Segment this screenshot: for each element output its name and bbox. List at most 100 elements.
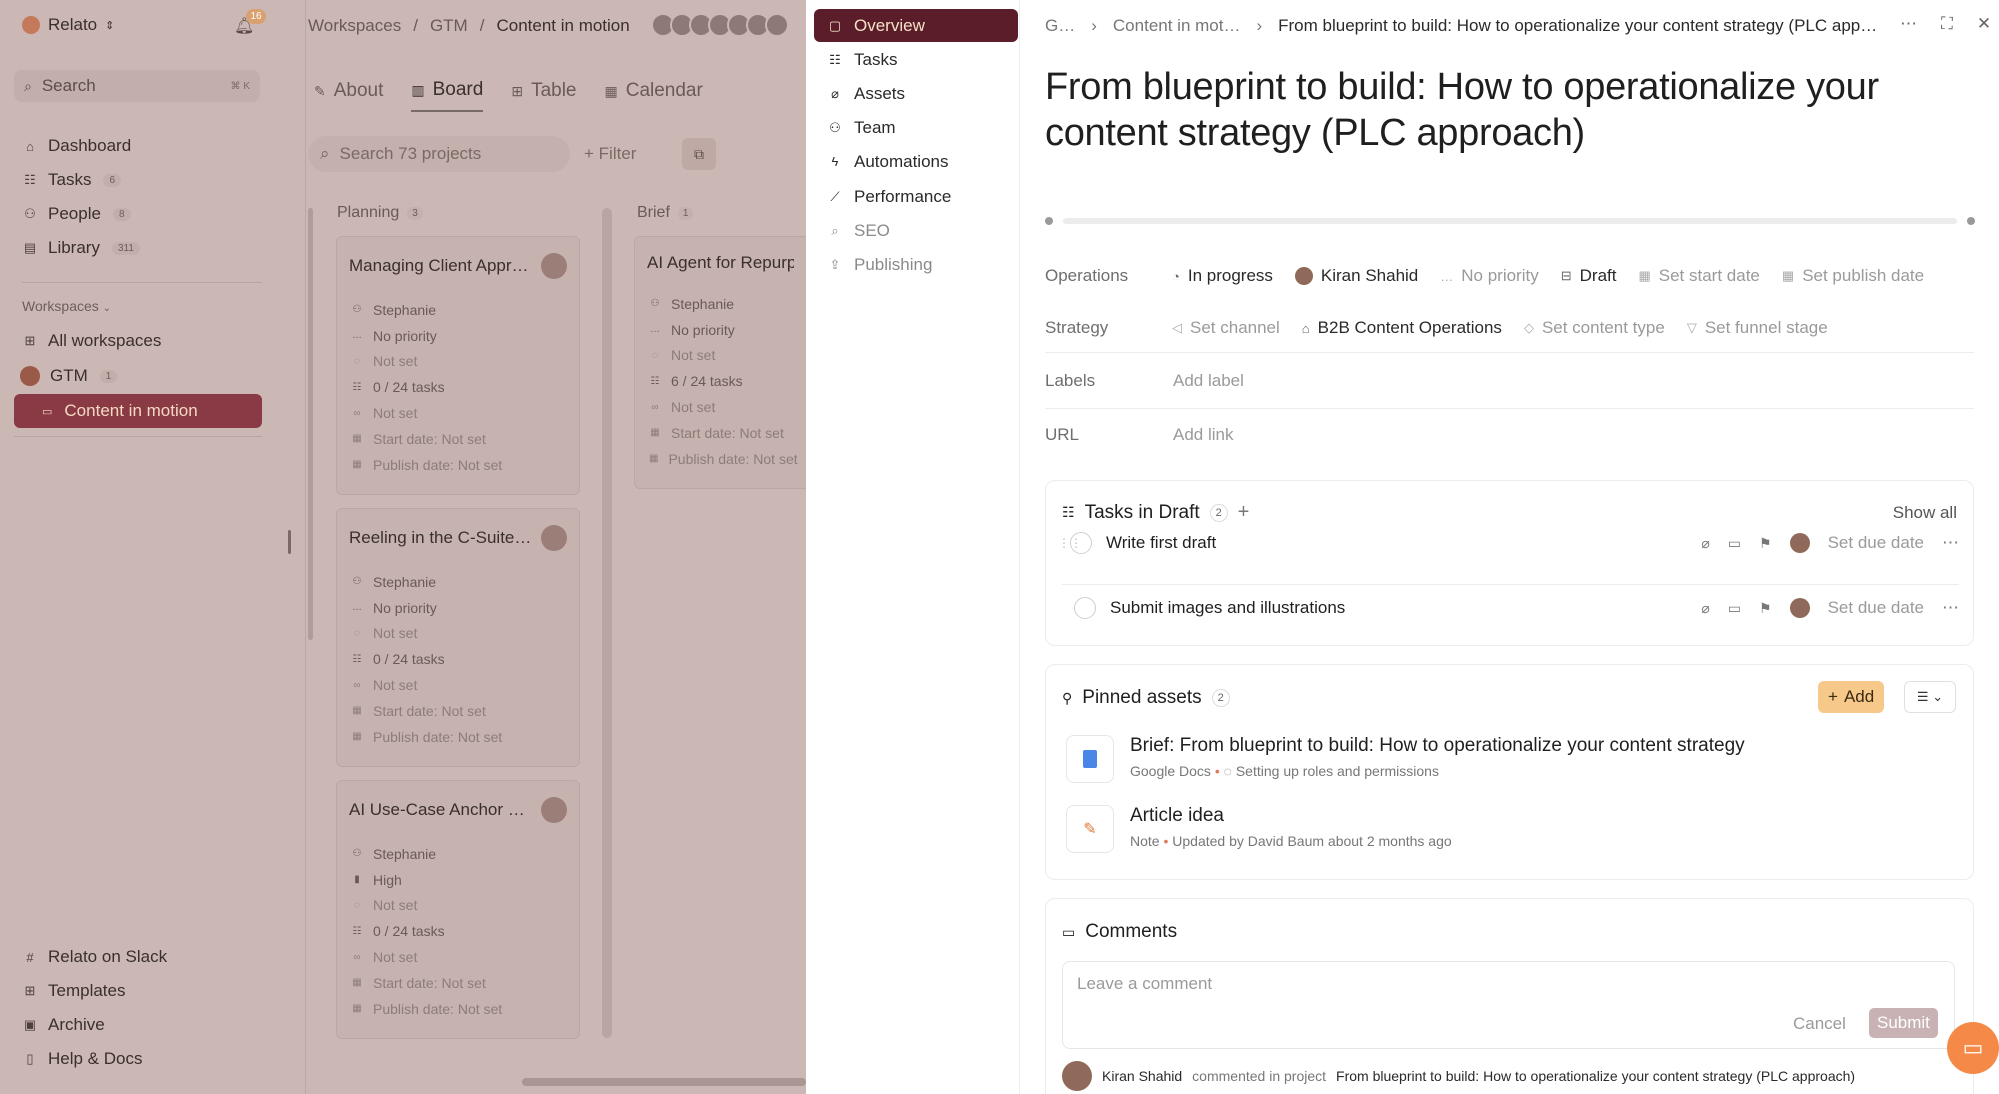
channel-pill[interactable]: ◁ Set channel xyxy=(1172,318,1280,338)
scrollbar[interactable] xyxy=(308,208,313,640)
start-date-pill[interactable]: ▦ Set start date xyxy=(1638,266,1759,286)
horizontal-scrollbar[interactable] xyxy=(522,1078,806,1086)
copy-icon[interactable]: ⧉ xyxy=(682,138,716,170)
project-nav-assets[interactable]: ⌀ Assets xyxy=(814,77,1018,110)
stage-pill[interactable]: ⊟ Draft xyxy=(1561,266,1617,286)
filter-button[interactable]: + Filter xyxy=(584,144,636,164)
content-type-pill[interactable]: ◇ Set content type xyxy=(1524,318,1665,338)
breadcrumb-item[interactable]: Workspaces xyxy=(308,16,401,36)
asset-item[interactable]: Brief: From blueprint to build: How to o… xyxy=(1066,735,1745,783)
flag-icon[interactable]: ⚑ xyxy=(1759,535,1772,552)
more-icon[interactable]: ⋯ xyxy=(1900,14,1917,34)
sidebar-item-help[interactable]: ▯ Help & Docs xyxy=(22,1042,282,1076)
task-checkbox[interactable] xyxy=(1074,597,1096,619)
project-card[interactable]: AI Use-Case Anchor B… ⚇ Stephanie ▮ High ◌… xyxy=(336,780,580,1039)
avatar[interactable] xyxy=(1789,533,1810,553)
lightning-icon: ϟ xyxy=(831,154,839,169)
task-checkbox[interactable] xyxy=(1070,532,1092,554)
publish-date-pill[interactable]: ▦ Set publish date xyxy=(1782,266,1924,286)
comment-icon[interactable]: ▭ xyxy=(1728,535,1741,552)
add-label-button[interactable]: Add label xyxy=(1173,371,1244,391)
project-nav-seo[interactable]: ⌕ SEO xyxy=(814,214,1018,247)
submit-button[interactable]: Submit xyxy=(1869,1008,1938,1038)
tab-table[interactable]: ⊞ Table xyxy=(511,70,576,112)
flag-icon[interactable]: ⚑ xyxy=(1759,600,1772,617)
add-asset-button[interactable]: + Add xyxy=(1818,681,1885,713)
sidebar-item-archive[interactable]: ▣ Archive xyxy=(22,1008,282,1042)
breadcrumb-separator: / xyxy=(413,16,418,35)
project-nav-team[interactable]: ⚇ Team xyxy=(814,111,1018,144)
close-icon[interactable]: ✕ xyxy=(1977,14,1991,34)
sidebar-search[interactable]: ⌕ Search ⌘ K xyxy=(14,70,260,102)
project-nav-automations[interactable]: ϟ Automations xyxy=(814,145,1018,178)
workspaces-toggle[interactable]: Workspaces ⌄ xyxy=(22,298,111,314)
owner-value: Kiran Shahid xyxy=(1320,266,1419,285)
card-title: AI Use-Case Anchor B… xyxy=(349,800,535,819)
sidebar-item-people[interactable]: ⚇ People 8 xyxy=(22,199,282,229)
project-nav-performance[interactable]: ⟋ Performance xyxy=(814,180,1018,213)
sidebar-item-dashboard[interactable]: ⌂ Dashboard xyxy=(22,131,282,161)
sidebar-item-gtm[interactable]: GTM 1 xyxy=(20,361,118,391)
board-search[interactable]: ⌕ Search 73 projects xyxy=(308,136,570,172)
tab-board[interactable]: ▥ Board xyxy=(411,70,484,112)
table-icon: ⊞ xyxy=(511,82,524,99)
sidebar-item-library[interactable]: ▤ Library 311 xyxy=(22,233,282,263)
sidebar-item-templates[interactable]: ⊞ Templates xyxy=(22,974,282,1008)
card-link-value: Not set xyxy=(671,399,716,416)
project-nav-label: Automations xyxy=(854,151,949,171)
resize-handle[interactable] xyxy=(288,530,291,554)
assets-count: 2 xyxy=(1211,689,1230,707)
priority-pill[interactable]: … No priority xyxy=(1440,266,1538,286)
asset-meta: Google Docs • ◌ Setting up roles and per… xyxy=(1130,763,1745,779)
card-publish: ▦ Publish date: Not set xyxy=(647,446,798,472)
breadcrumb-item[interactable]: Content in mot… xyxy=(1113,16,1241,36)
avatar[interactable] xyxy=(1789,598,1810,618)
paperclip-icon[interactable]: ⌀ xyxy=(1701,535,1709,552)
project-card[interactable]: AI Agent for Repurpo ⚇ Stephanie … No prio… xyxy=(634,236,806,489)
sidebar-item-label: Templates xyxy=(48,981,126,1000)
funnel-pill[interactable]: ▽ Set funnel stage xyxy=(1687,318,1828,338)
add-link-button[interactable]: Add link xyxy=(1173,425,1233,445)
owner-pill[interactable]: Kiran Shahid xyxy=(1294,266,1419,286)
chart-icon: ⟋ xyxy=(830,188,840,204)
project-nav-overview[interactable]: ▢ Overview xyxy=(814,9,1018,42)
sidebar-item-label: All workspaces xyxy=(48,331,162,350)
breadcrumb-item[interactable]: GTM xyxy=(430,16,468,36)
task-due-date[interactable]: Set due date xyxy=(1828,533,1924,553)
book-icon: ▯ xyxy=(26,1051,34,1066)
activity-project[interactable]: From blueprint to build: How to operatio… xyxy=(1336,1068,1855,1084)
asset-item[interactable]: ✎ Article idea Note • Updated by David B… xyxy=(1066,805,1452,853)
sidebar-item-tasks[interactable]: ☷ Tasks 6 xyxy=(22,165,282,195)
show-all-link[interactable]: Show all xyxy=(1893,503,1957,523)
comment-input[interactable]: Leave a comment Cancel Submit xyxy=(1062,961,1955,1049)
task-row[interactable]: Submit images and illustrations ⌀ ▭ ⚑ Se… xyxy=(1062,586,1959,630)
link-icon: ∞ xyxy=(353,679,361,691)
tab-calendar[interactable]: ▦ Calendar xyxy=(604,70,702,112)
task-due-date[interactable]: Set due date xyxy=(1828,598,1924,618)
comment-icon[interactable]: ▭ xyxy=(1728,600,1741,617)
status-pill[interactable]: ◔ In progress xyxy=(1172,266,1273,286)
activity-author[interactable]: Kiran Shahid xyxy=(1102,1068,1182,1084)
paperclip-icon[interactable]: ⌀ xyxy=(1701,600,1709,617)
sidebar-item-slack[interactable]: # Relato on Slack xyxy=(22,940,282,974)
workspace-switcher[interactable]: Relato ⇕ xyxy=(22,15,114,35)
project-card[interactable]: Reeling in the C-Suite … ⚇ Stephanie … No … xyxy=(336,508,580,767)
sidebar-item-all-workspaces[interactable]: ⊞ All workspaces xyxy=(22,326,162,356)
tab-about[interactable]: ✎ About xyxy=(314,70,383,112)
project-title[interactable]: From blueprint to build: How to operatio… xyxy=(1045,64,1945,156)
cancel-button[interactable]: Cancel xyxy=(1793,1014,1846,1034)
project-card[interactable]: Managing Client Appr… ⚇ Stephanie … No pri… xyxy=(336,236,580,495)
team-pill[interactable]: ⌂ B2B Content Operations xyxy=(1302,318,1502,338)
sidebar-item-content-in-motion[interactable]: ▭ Content in motion xyxy=(14,394,262,428)
task-row[interactable]: ⋮⋮ Write first draft ⌀ ▭ ⚑ Set due date … xyxy=(1058,521,1959,565)
more-icon[interactable]: ⋯ xyxy=(1942,533,1959,553)
breadcrumb-item[interactable]: G… xyxy=(1045,16,1075,36)
member-avatars[interactable] xyxy=(651,13,789,37)
project-nav-publishing[interactable]: ⇪ Publishing xyxy=(814,248,1018,281)
project-nav-tasks[interactable]: ☷ Tasks xyxy=(814,43,1018,76)
more-icon[interactable]: ⋯ xyxy=(1942,598,1959,618)
expand-icon[interactable]: ⛶ xyxy=(1941,14,1953,34)
drag-handle-icon[interactable]: ⋮⋮ xyxy=(1058,536,1082,550)
view-options-button[interactable]: ☰ ⌄ xyxy=(1904,681,1956,713)
chat-icon[interactable]: ▭ xyxy=(1947,1022,1999,1074)
